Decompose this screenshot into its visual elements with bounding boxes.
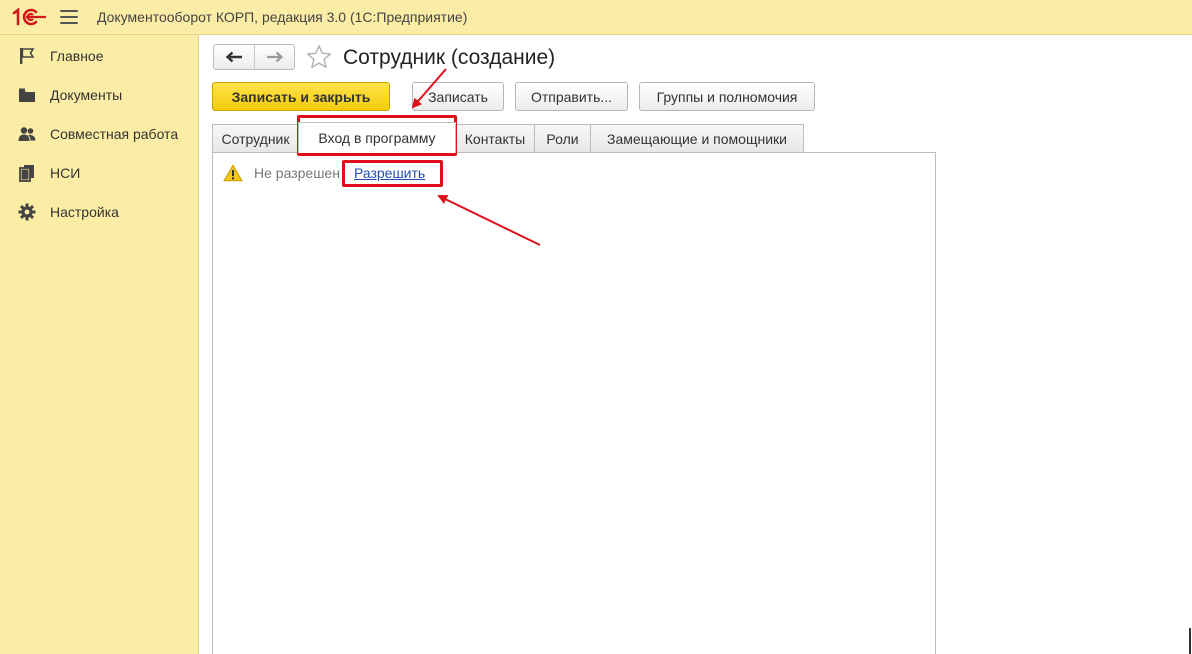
users-icon — [18, 125, 36, 143]
tab-contacts[interactable]: Контакты — [455, 124, 535, 153]
arrow-right-icon — [266, 51, 283, 63]
1c-logo-icon[interactable] — [12, 7, 48, 27]
tab-panel-login: Не разрешен Разрешить — [212, 152, 936, 654]
page-title: Сотрудник (создание) — [343, 46, 556, 69]
form-area: Сотрудник (создание) Записать и закрыть … — [199, 35, 1192, 654]
groups-and-permissions-button[interactable]: Группы и полномочия — [639, 82, 815, 111]
history-nav — [213, 44, 295, 70]
copy-icon — [18, 164, 36, 182]
top-bar: Документооборот КОРП, редакция 3.0 (1С:П… — [0, 0, 1192, 35]
tab-roles[interactable]: Роли — [534, 124, 591, 153]
send-button[interactable]: Отправить... — [515, 82, 628, 111]
tab-strip: Сотрудник Вход в программу Контакты Роли… — [212, 122, 804, 153]
sidebar-item-documents[interactable]: Документы — [0, 75, 198, 114]
hamburger-menu-icon[interactable] — [60, 10, 78, 24]
save-and-close-button[interactable]: Записать и закрыть — [212, 82, 390, 111]
sidebar-item-label: Совместная работа — [50, 125, 179, 142]
sidebar-item-nsi[interactable]: НСИ — [0, 153, 198, 192]
login-status-row: Не разрешен Разрешить — [223, 163, 425, 183]
tab-employee[interactable]: Сотрудник — [212, 124, 299, 153]
sidebar-item-label: НСИ — [50, 164, 81, 181]
forward-button[interactable] — [254, 45, 294, 69]
window-edge — [1189, 628, 1191, 654]
warning-triangle-icon — [223, 164, 243, 182]
login-status-text: Не разрешен — [254, 165, 340, 181]
sidebar-item-label: Настройка — [50, 203, 119, 220]
sidebar-item-label: Главное — [50, 47, 104, 64]
save-button[interactable]: Записать — [412, 82, 504, 111]
back-button[interactable] — [214, 45, 254, 69]
sidebar-item-main[interactable]: Главное — [0, 36, 198, 75]
sidebar-item-label: Документы — [50, 86, 123, 103]
sidebar: Главное Документы Совместная работа НСИ — [0, 35, 199, 654]
tab-login[interactable]: Вход в программу — [298, 122, 456, 153]
allow-login-link[interactable]: Разрешить — [354, 165, 425, 181]
gear-icon — [18, 203, 36, 221]
app-title: Документооборот КОРП, редакция 3.0 (1С:П… — [97, 9, 468, 25]
star-outline-icon[interactable] — [305, 43, 333, 71]
sidebar-item-settings[interactable]: Настройка — [0, 192, 198, 231]
tab-substitutes[interactable]: Замещающие и помощники — [590, 124, 804, 153]
flag-icon — [18, 47, 36, 65]
folder-icon — [18, 86, 36, 104]
arrow-left-icon — [225, 51, 242, 63]
sidebar-item-collaboration[interactable]: Совместная работа — [0, 114, 198, 153]
